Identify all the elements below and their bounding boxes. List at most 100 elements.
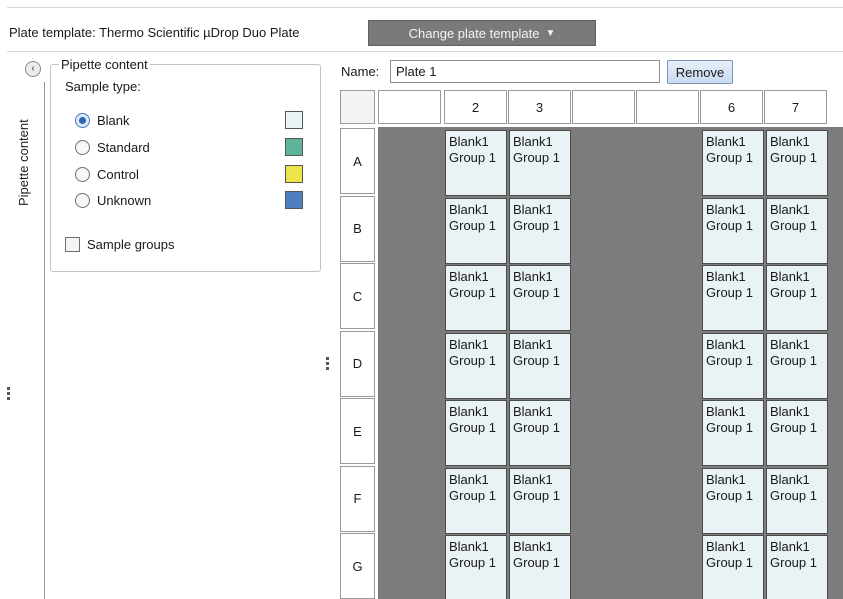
plate-well[interactable]: Blank1 Group 1 <box>766 197 828 264</box>
change-plate-template-button[interactable]: Change plate template ▼ <box>368 20 596 46</box>
radio-button[interactable] <box>75 112 90 128</box>
plate-well[interactable]: Blank1 Group 1 <box>509 332 571 399</box>
well-group-name: Group 1 <box>706 420 753 435</box>
plate-well[interactable]: Blank1 Group 1 <box>445 197 507 264</box>
column-header[interactable] <box>572 90 635 124</box>
plate-grid-corner <box>340 90 375 124</box>
sample-type-radio-blank[interactable]: Blank <box>75 110 315 130</box>
radio-button[interactable] <box>75 166 90 182</box>
plate-well[interactable]: Blank1 Group 1 <box>702 535 764 599</box>
column-header[interactable]: 2 <box>444 90 507 124</box>
plate-well[interactable]: Blank1 Group 1 <box>766 467 828 534</box>
row-header[interactable]: A <box>340 128 375 194</box>
header-divider <box>7 51 843 52</box>
column-header[interactable]: 3 <box>508 90 571 124</box>
well-group-name: Group 1 <box>706 487 753 503</box>
sample-type-label: Standard <box>97 139 150 155</box>
row-header[interactable]: E <box>340 398 375 464</box>
well-sample-name: Blank1 <box>449 201 489 217</box>
well-group-name: Group 1 <box>449 555 496 570</box>
sample-color-swatch[interactable] <box>285 191 303 209</box>
well-sample-name: Blank1 <box>770 269 810 284</box>
plate-grid: 2 3 6 7 A B C D E F G Blank1 Group 1 Blank1 Group 1 Bla… <box>340 90 843 599</box>
radio-button[interactable] <box>75 192 90 208</box>
column-header[interactable] <box>636 90 699 124</box>
well-group-name: Group 1 <box>513 420 560 435</box>
pipette-content-vertical-tab[interactable]: Pipette content <box>16 119 31 206</box>
change-plate-template-label: Change plate template <box>408 25 540 41</box>
plate-well[interactable]: Blank1 Group 1 <box>766 400 828 466</box>
well-sample-name: Blank1 <box>449 134 489 149</box>
row-header[interactable]: B <box>340 195 375 262</box>
well-group-name: Group 1 <box>449 285 496 300</box>
sample-color-swatch[interactable] <box>285 165 303 183</box>
remove-plate-button[interactable]: Remove <box>667 60 733 84</box>
well-sample-name: Blank1 <box>513 404 553 419</box>
plate-well[interactable]: Blank1 Group 1 <box>445 400 507 466</box>
well-sample-name: Blank1 <box>513 471 553 487</box>
pipette-content-side-strip: ‹ Pipette content <box>0 56 47 599</box>
plate-well[interactable]: Blank1 Group 1 <box>445 535 507 599</box>
panel-splitter-grip-icon[interactable] <box>326 357 329 372</box>
sample-color-swatch[interactable] <box>285 138 303 156</box>
radio-button[interactable] <box>75 139 90 155</box>
well-group-name: Group 1 <box>513 217 560 233</box>
well-group-name: Group 1 <box>449 352 496 368</box>
collapse-panel-icon[interactable]: ‹ <box>25 61 41 77</box>
plate-well[interactable]: Blank1 Group 1 <box>509 535 571 599</box>
plate-well[interactable]: Blank1 Group 1 <box>509 400 571 466</box>
row-header[interactable]: G <box>340 533 375 599</box>
column-header[interactable]: 7 <box>764 90 827 124</box>
well-sample-name: Blank1 <box>449 471 489 487</box>
sample-type-radio-unknown[interactable]: Unknown <box>75 190 315 210</box>
well-group-name: Group 1 <box>449 420 496 435</box>
well-group-name: Group 1 <box>770 150 817 165</box>
plate-well[interactable]: Blank1 Group 1 <box>702 332 764 399</box>
plate-well[interactable]: Blank1 Group 1 <box>766 265 828 331</box>
plate-well[interactable]: Blank1 Group 1 <box>702 400 764 466</box>
sample-type-radio-standard[interactable]: Standard <box>75 137 315 157</box>
well-sample-name: Blank1 <box>513 134 553 149</box>
checkbox-box[interactable] <box>65 237 80 252</box>
well-sample-name: Blank1 <box>449 336 489 352</box>
plate-well[interactable]: Blank1 Group 1 <box>766 535 828 599</box>
row-header[interactable]: C <box>340 263 375 329</box>
well-sample-name: Blank1 <box>770 336 810 352</box>
plate-name-label: Name: <box>341 64 380 79</box>
plate-well[interactable]: Blank1 Group 1 <box>509 265 571 331</box>
plate-well[interactable]: Blank1 Group 1 <box>509 197 571 264</box>
plate-name-input[interactable] <box>390 60 660 83</box>
plate-well[interactable]: Blank1 Group 1 <box>509 130 571 196</box>
sample-type-radio-control[interactable]: Control <box>75 164 315 184</box>
well-group-name: Group 1 <box>449 217 496 233</box>
row-header[interactable]: D <box>340 330 375 397</box>
sample-color-swatch[interactable] <box>285 111 303 129</box>
well-sample-name: Blank1 <box>706 269 746 284</box>
well-sample-name: Blank1 <box>770 539 810 554</box>
well-group-name: Group 1 <box>770 555 817 570</box>
plate-well[interactable]: Blank1 Group 1 <box>702 467 764 534</box>
well-sample-name: Blank1 <box>770 134 810 149</box>
plate-well[interactable]: Blank1 Group 1 <box>445 130 507 196</box>
plate-well[interactable]: Blank1 Group 1 <box>702 265 764 331</box>
plate-well[interactable]: Blank1 Group 1 <box>445 467 507 534</box>
sample-groups-label: Sample groups <box>87 237 175 252</box>
left-splitter-grip-icon[interactable] <box>7 387 10 402</box>
plate-well[interactable]: Blank1 Group 1 <box>766 130 828 196</box>
plate-well[interactable]: Blank1 Group 1 <box>445 265 507 331</box>
pipette-content-group: Pipette content Sample type: Blank Standa… <box>50 57 321 272</box>
sample-type-label: Blank <box>97 112 130 128</box>
sample-groups-checkbox[interactable]: Sample groups <box>65 237 174 252</box>
plate-well[interactable]: Blank1 Group 1 <box>702 197 764 264</box>
plate-well[interactable]: Blank1 Group 1 <box>766 332 828 399</box>
pipette-content-title: Pipette content <box>59 57 150 72</box>
well-group-name: Group 1 <box>770 487 817 503</box>
column-header[interactable] <box>378 90 441 124</box>
well-sample-name: Blank1 <box>770 201 810 217</box>
plate-well[interactable]: Blank1 Group 1 <box>445 332 507 399</box>
well-sample-name: Blank1 <box>706 404 746 419</box>
row-header[interactable]: F <box>340 465 375 532</box>
plate-well[interactable]: Blank1 Group 1 <box>702 130 764 196</box>
column-header[interactable]: 6 <box>700 90 763 124</box>
plate-well[interactable]: Blank1 Group 1 <box>509 467 571 534</box>
